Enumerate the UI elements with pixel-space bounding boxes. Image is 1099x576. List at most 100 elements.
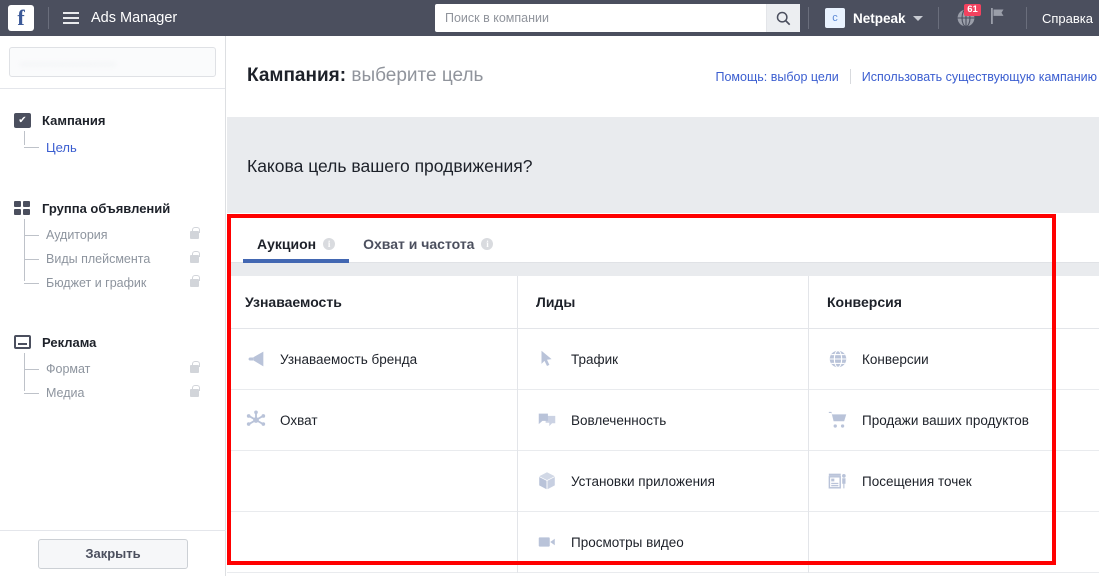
objective-label: Конверсии	[862, 352, 929, 367]
account-selector-value: ...........................	[10, 56, 215, 68]
question-band: Какова цель вашего продвижения?	[227, 118, 1099, 213]
sidebar-group-label: Группа объявлений	[42, 201, 170, 216]
use-existing-campaign-link[interactable]: Использовать существующую кампанию	[862, 70, 1097, 84]
objective-column-leads: Лиды Трафик	[518, 276, 809, 573]
page-header: Кампания: выберите цель Помощь: выбор це…	[227, 36, 1099, 118]
sidebar-item-label: Цель	[46, 140, 77, 155]
lock-icon	[190, 255, 199, 263]
page-question: Какова цель вашего продвижения?	[247, 156, 533, 177]
sidebar-group-label: Реклама	[42, 335, 96, 350]
account-name: Netpeak	[853, 11, 906, 26]
reach-star-icon	[245, 409, 267, 431]
account-switcher[interactable]: c Netpeak	[825, 0, 923, 36]
sidebar-item-media[interactable]: Медиа	[46, 381, 225, 405]
lock-icon	[190, 389, 199, 397]
sidebar-item-budget-schedule[interactable]: Бюджет и график	[46, 271, 225, 295]
tab-bar: Аукцион i Охват и частота i	[227, 213, 1099, 263]
notification-badge: 61	[964, 4, 981, 16]
objective-reach[interactable]: Охват	[227, 390, 517, 451]
objective-store-visits[interactable]: Посещения точек	[809, 451, 1099, 512]
help-link[interactable]: Справка	[1042, 0, 1093, 36]
objective-label: Продажи ваших продуктов	[862, 413, 1029, 428]
globe-notifications-icon[interactable]: 61	[955, 7, 977, 29]
tab-reach-and-frequency[interactable]: Охват и частота i	[349, 236, 507, 262]
objective-card: Аукцион i Охват и частота i Узнаваемость	[227, 213, 1099, 573]
objective-app-installs[interactable]: Установки приложения	[518, 451, 808, 512]
search-bar[interactable]	[435, 4, 800, 32]
page-title: Кампания: выберите цель	[247, 65, 483, 87]
video-camera-icon	[536, 531, 558, 553]
tab-label: Аукцион	[257, 236, 316, 252]
objective-label: Охват	[280, 413, 318, 428]
speech-bubbles-icon	[536, 409, 558, 431]
sidebar-group-header[interactable]: ✔ Кампания	[14, 105, 225, 135]
objective-traffic[interactable]: Трафик	[518, 329, 808, 390]
lock-icon	[190, 279, 199, 287]
sidebar-item-label: Виды плейсмента	[46, 252, 150, 266]
page-title-bold: Кампания:	[247, 65, 346, 86]
sidebar-footer: Закрыть	[0, 530, 226, 576]
sidebar-item-label: Формат	[46, 362, 90, 376]
divider	[808, 7, 809, 29]
header-links: Помощь: выбор цели Использовать существу…	[716, 69, 1098, 84]
sidebar-group-campaign: ✔ Кампания Цель	[0, 105, 225, 159]
grid-icon	[14, 201, 31, 216]
search-input[interactable]	[435, 5, 766, 31]
objective-video-views[interactable]: Просмотры видео	[518, 512, 808, 573]
objective-product-sales[interactable]: Продажи ваших продуктов	[809, 390, 1099, 451]
sidebar: ........................... ✔ Кампания Ц…	[0, 36, 226, 576]
storefront-icon	[827, 470, 849, 492]
top-bar: f Ads Manager c Netpeak 61	[0, 0, 1099, 36]
objective-engagement[interactable]: Вовлеченность	[518, 390, 808, 451]
objective-label: Установки приложения	[571, 474, 715, 489]
lock-icon	[190, 365, 199, 373]
account-avatar: c	[825, 8, 845, 28]
screen-icon	[14, 335, 31, 349]
sidebar-group-header[interactable]: Группа объявлений	[14, 193, 225, 223]
page-title-rest: выберите цель	[346, 65, 483, 86]
objective-cell-empty	[227, 512, 517, 573]
objective-label: Вовлеченность	[571, 413, 666, 428]
sidebar-item-label: Бюджет и график	[46, 276, 146, 290]
objective-conversions[interactable]: Конверсии	[809, 329, 1099, 390]
sidebar-item-placements[interactable]: Виды плейсмента	[46, 247, 225, 271]
flag-icon[interactable]	[987, 5, 1009, 32]
column-header: Конверсия	[809, 276, 1099, 329]
megaphone-icon	[245, 348, 267, 370]
tab-auction[interactable]: Аукцион i	[243, 236, 349, 262]
main-content: Кампания: выберите цель Помощь: выбор це…	[227, 36, 1099, 576]
objective-label: Посещения точек	[862, 474, 972, 489]
help-objective-link[interactable]: Помощь: выбор цели	[716, 70, 839, 84]
close-button[interactable]: Закрыть	[38, 539, 188, 569]
info-icon[interactable]: i	[481, 238, 493, 250]
sidebar-group-label: Кампания	[42, 113, 105, 128]
box-icon	[536, 470, 558, 492]
app-title: Ads Manager	[91, 10, 177, 26]
divider	[938, 7, 939, 29]
column-header: Лиды	[518, 276, 808, 329]
sidebar-item-format[interactable]: Формат	[46, 357, 225, 381]
column-header: Узнаваемость	[227, 276, 517, 329]
shopping-cart-icon	[827, 409, 849, 431]
hamburger-icon[interactable]	[63, 12, 79, 25]
objective-column-awareness: Узнаваемость Узнаваемость бренда	[227, 276, 518, 573]
sidebar-item-objective[interactable]: Цель	[46, 135, 225, 159]
chevron-down-icon[interactable]	[913, 16, 923, 21]
info-icon[interactable]: i	[323, 238, 335, 250]
objective-cell-empty	[227, 451, 517, 512]
globe-icon	[827, 348, 849, 370]
sidebar-item-label: Медиа	[46, 386, 84, 400]
sidebar-group-adset: Группа объявлений Аудитория Виды плейсме…	[0, 193, 225, 295]
sidebar-group-ad: Реклама Формат Медиа	[0, 327, 225, 405]
search-icon[interactable]	[766, 4, 800, 32]
divider	[48, 7, 49, 29]
objective-grid: Узнаваемость Узнаваемость бренда	[227, 276, 1099, 573]
objective-label: Просмотры видео	[571, 535, 684, 550]
objective-column-conversion: Конверсия Конверсии	[809, 276, 1099, 573]
objective-brand-awareness[interactable]: Узнаваемость бренда	[227, 329, 517, 390]
facebook-logo-icon[interactable]: f	[8, 5, 34, 31]
divider	[850, 69, 851, 84]
sidebar-item-audience[interactable]: Аудитория	[46, 223, 225, 247]
account-selector-field[interactable]: ...........................	[9, 47, 216, 77]
sidebar-group-header[interactable]: Реклама	[14, 327, 225, 357]
